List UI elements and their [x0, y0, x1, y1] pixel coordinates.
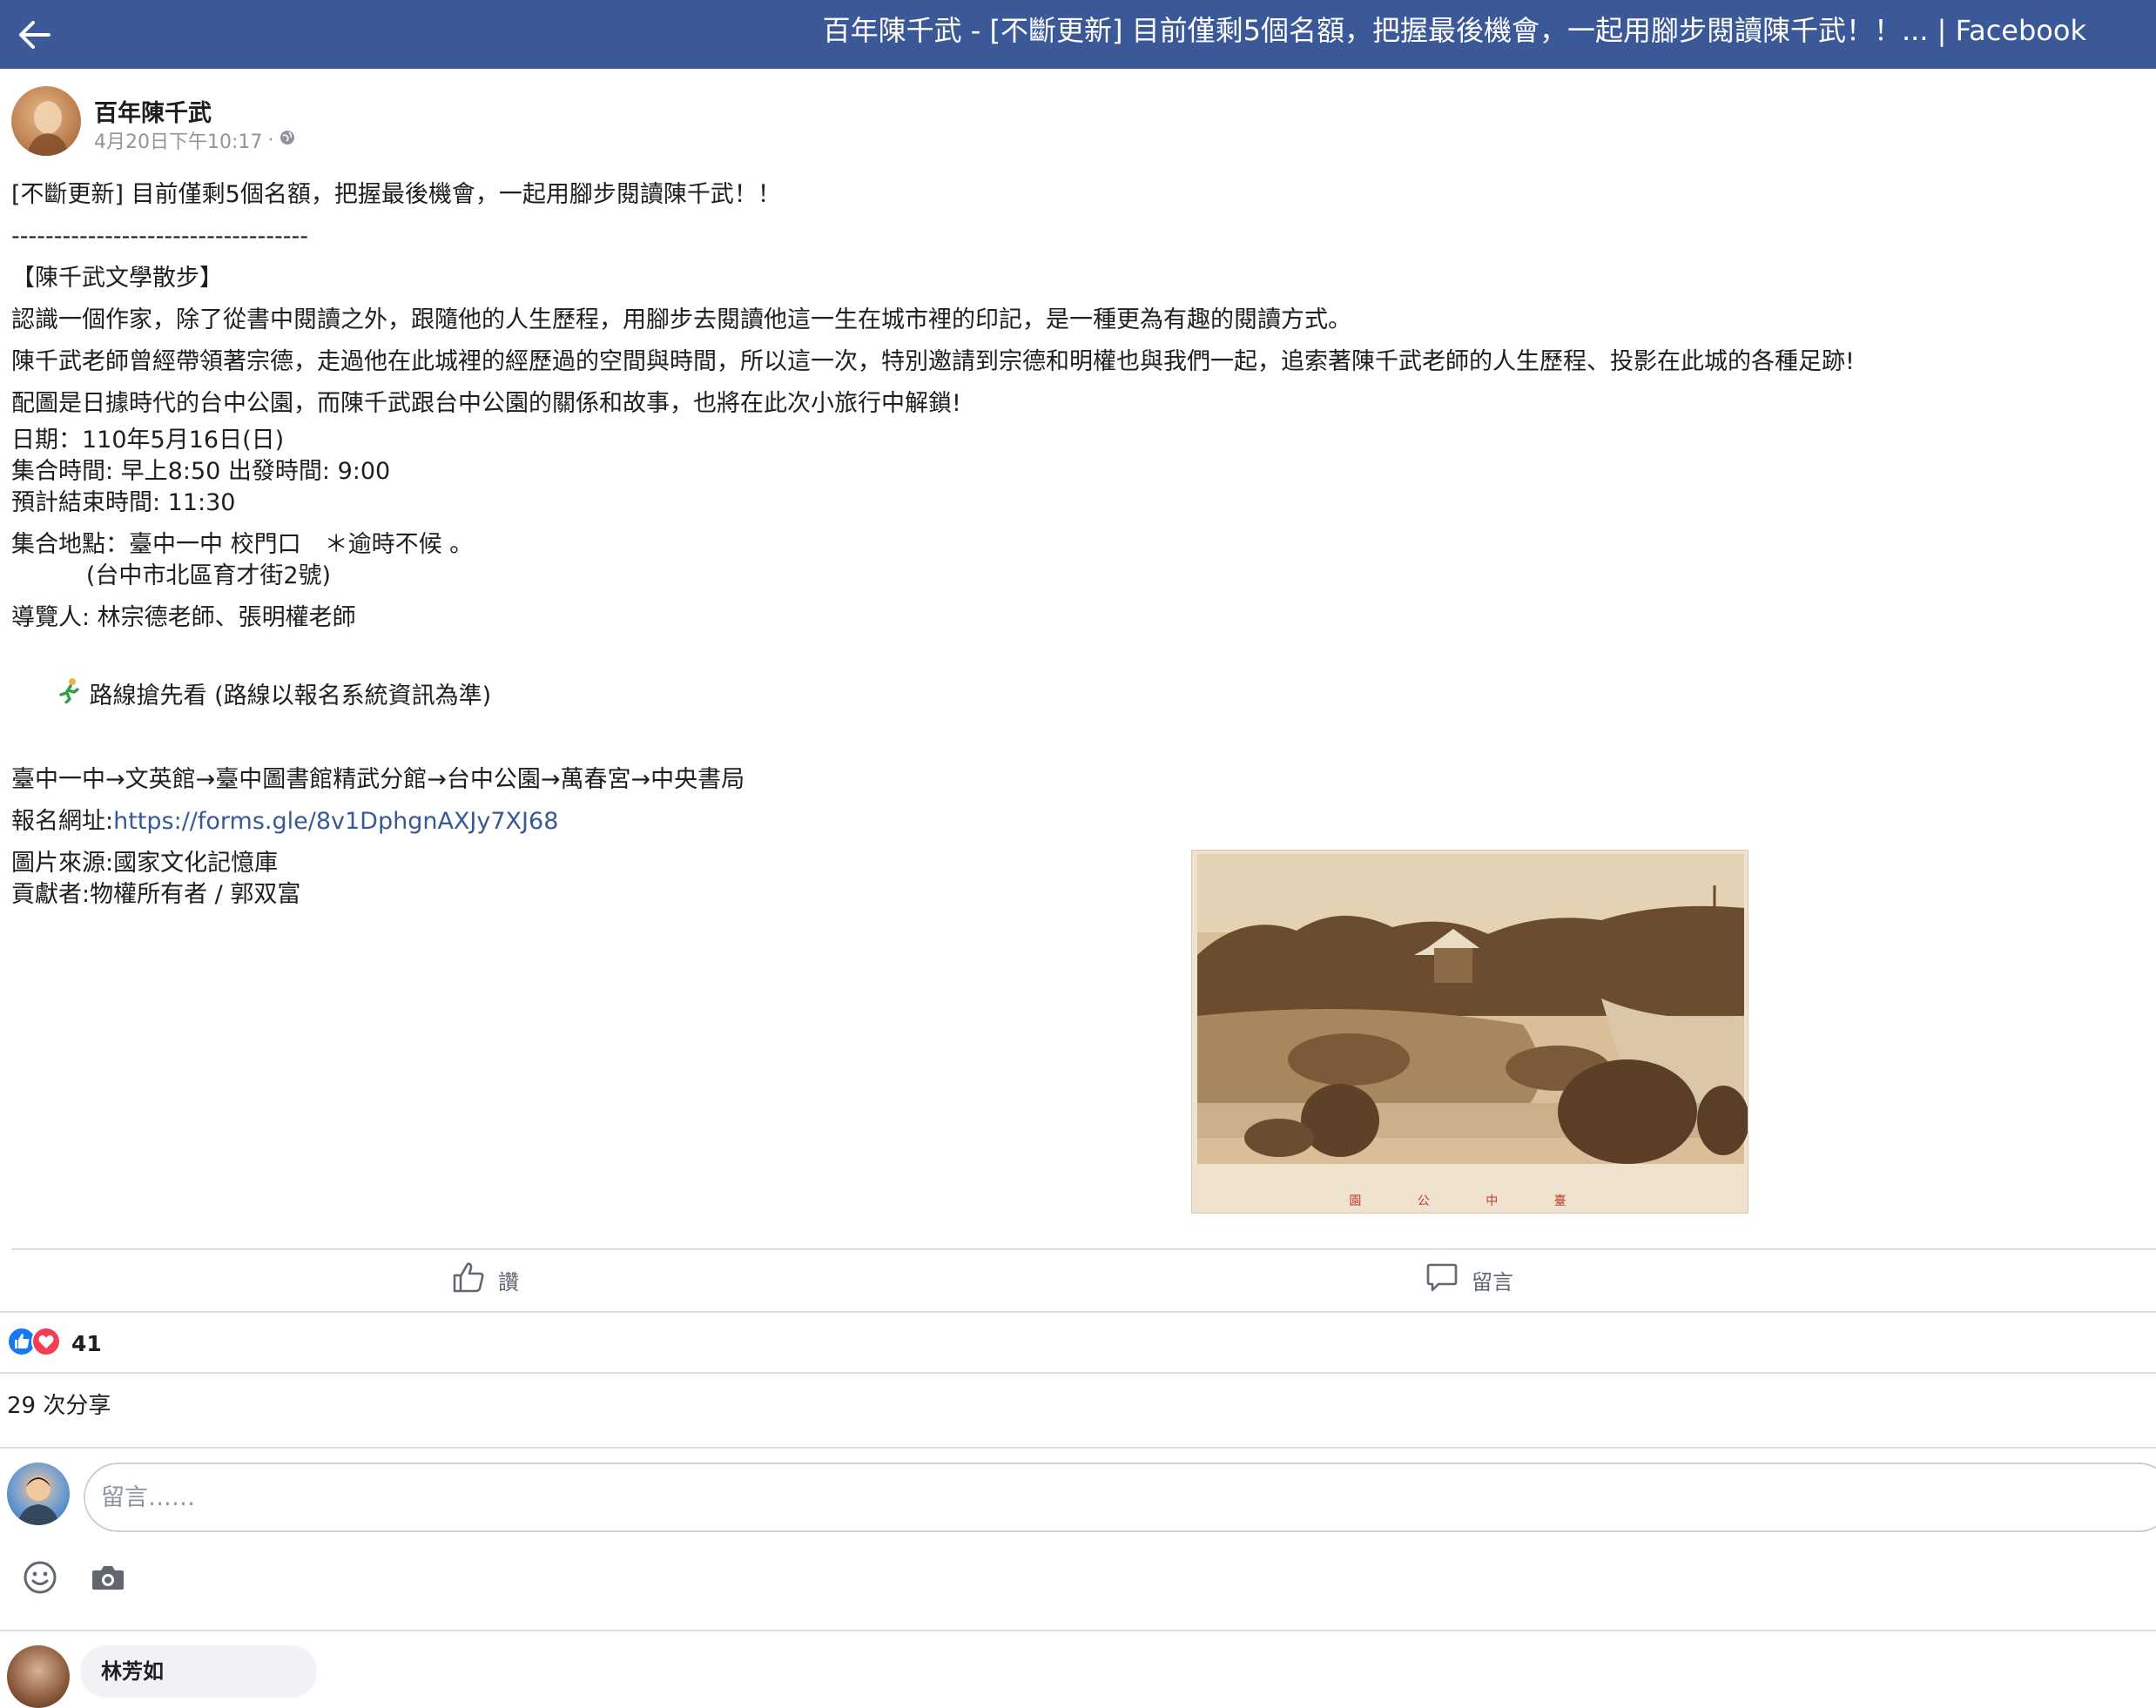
divider	[11, 1248, 2156, 1250]
comment-label: 留言	[1472, 1269, 1513, 1294]
commenter-avatar[interactable]	[7, 1645, 70, 1708]
commenter-name[interactable]: 林芳如	[101, 1659, 164, 1684]
speech-bubble-icon	[1425, 1260, 1459, 1300]
image-source: 圖片來源:國家文化記憶庫	[11, 850, 279, 877]
thumbs-up-icon	[451, 1260, 486, 1300]
current-user-avatar	[7, 1463, 70, 1525]
signup-row: 報名網址:https://forms.gle/8v1DphgnAXJy7XJ68	[11, 801, 2101, 843]
event-guides: 導覽人: 林宗德老師、張明權老師	[11, 604, 356, 631]
event-time: 集合時間: 早上8:50 出發時間: 9:00	[11, 458, 391, 485]
page-title: 百年陳千武 - [不斷更新] 目前僅剩5個名額，把握最後機會，一起用腳步閱讀陳千…	[822, 14, 2086, 47]
camera-icon[interactable]	[89, 1558, 127, 1597]
route-stops: 臺中一中→文英館→臺中圖書館精武分館→台中公園→萬春宮→中央書局	[11, 766, 745, 793]
share-count[interactable]: 29 次分享	[7, 1388, 111, 1420]
post-separator: -----------------------------------	[11, 223, 308, 250]
event-address: (台中市北區育才街2號)	[11, 562, 332, 589]
runner-emoji-icon	[11, 634, 83, 759]
reaction-summary[interactable]: 41	[7, 1327, 102, 1360]
event-end-time: 預計結束時間: 11:30	[11, 489, 236, 516]
meta-dot: ·	[267, 129, 274, 151]
paragraph-3: 配圖是日據時代的台中公園，而陳千武跟台中公園的關係和故事，也將在此次小旅行中解鎖…	[11, 390, 961, 417]
photo-caption: 園 公 中 臺	[1349, 1194, 1593, 1208]
signup-link[interactable]: https://forms.gle/8v1DphgnAXJy7XJ68	[113, 808, 558, 835]
page-avatar[interactable]	[11, 86, 81, 156]
signup-label: 報名網址:	[11, 808, 114, 835]
globe-icon	[279, 129, 296, 151]
divider	[0, 1630, 2156, 1631]
event-location: 集合地點：臺中一中 校門口 ＊逾時不候 。	[11, 531, 474, 558]
divider	[0, 1372, 2156, 1374]
post-headline: [不斷更新] 目前僅剩5個名額，把握最後機會，一起用腳步閱讀陳千武！！	[11, 181, 781, 208]
arrow-left-icon[interactable]	[12, 12, 57, 57]
paragraph-2: 陳千武老師曾經帶領著宗德，走過他在此城裡的經歷過的空間與時間，所以這一次，特別邀…	[11, 348, 1855, 375]
paragraph-1: 認識一個作家，除了從書中閱讀之外，跟隨他的人生歷程，用腳步去閱讀他這一生在城市裡…	[11, 306, 1351, 333]
comment-input[interactable]	[84, 1463, 2156, 1532]
route-title-row: 路線搶先看 (路線以報名系統資訊為準)	[11, 634, 2101, 759]
love-reaction-icon	[31, 1327, 61, 1360]
section-title: 【陳千武文學散步】	[11, 265, 223, 292]
post-photo[interactable]: 園 公 中 臺	[1191, 850, 1748, 1214]
route-title: 路線搶先看 (路線以報名系統資訊為準)	[89, 683, 492, 709]
like-button[interactable]: 讚	[451, 1257, 519, 1302]
like-label: 讚	[498, 1269, 519, 1294]
post-meta: 4月20日下午10:17 ·	[94, 126, 296, 154]
post-body: [不斷更新] 目前僅剩5個名額，把握最後機會，一起用腳步閱讀陳千武！！ ----…	[11, 174, 2101, 911]
reaction-count: 41	[71, 1330, 102, 1356]
smiley-icon[interactable]	[21, 1558, 59, 1597]
comment-button[interactable]: 留言	[1425, 1257, 1513, 1302]
divider	[0, 1311, 2156, 1313]
comment-bubble: 林芳如	[80, 1645, 317, 1698]
event-date: 日期：110年5月16日(日)	[11, 427, 285, 454]
top-bar: 百年陳千武 - [不斷更新] 目前僅剩5個名額，把握最後機會，一起用腳步閱讀陳千…	[0, 0, 2156, 69]
post-author[interactable]: 百年陳千武	[94, 94, 212, 128]
divider	[0, 1447, 2156, 1449]
image-contributor: 貢獻者:物權所有者 / 郭双富	[11, 881, 301, 908]
post-timestamp[interactable]: 4月20日下午10:17	[94, 126, 262, 154]
